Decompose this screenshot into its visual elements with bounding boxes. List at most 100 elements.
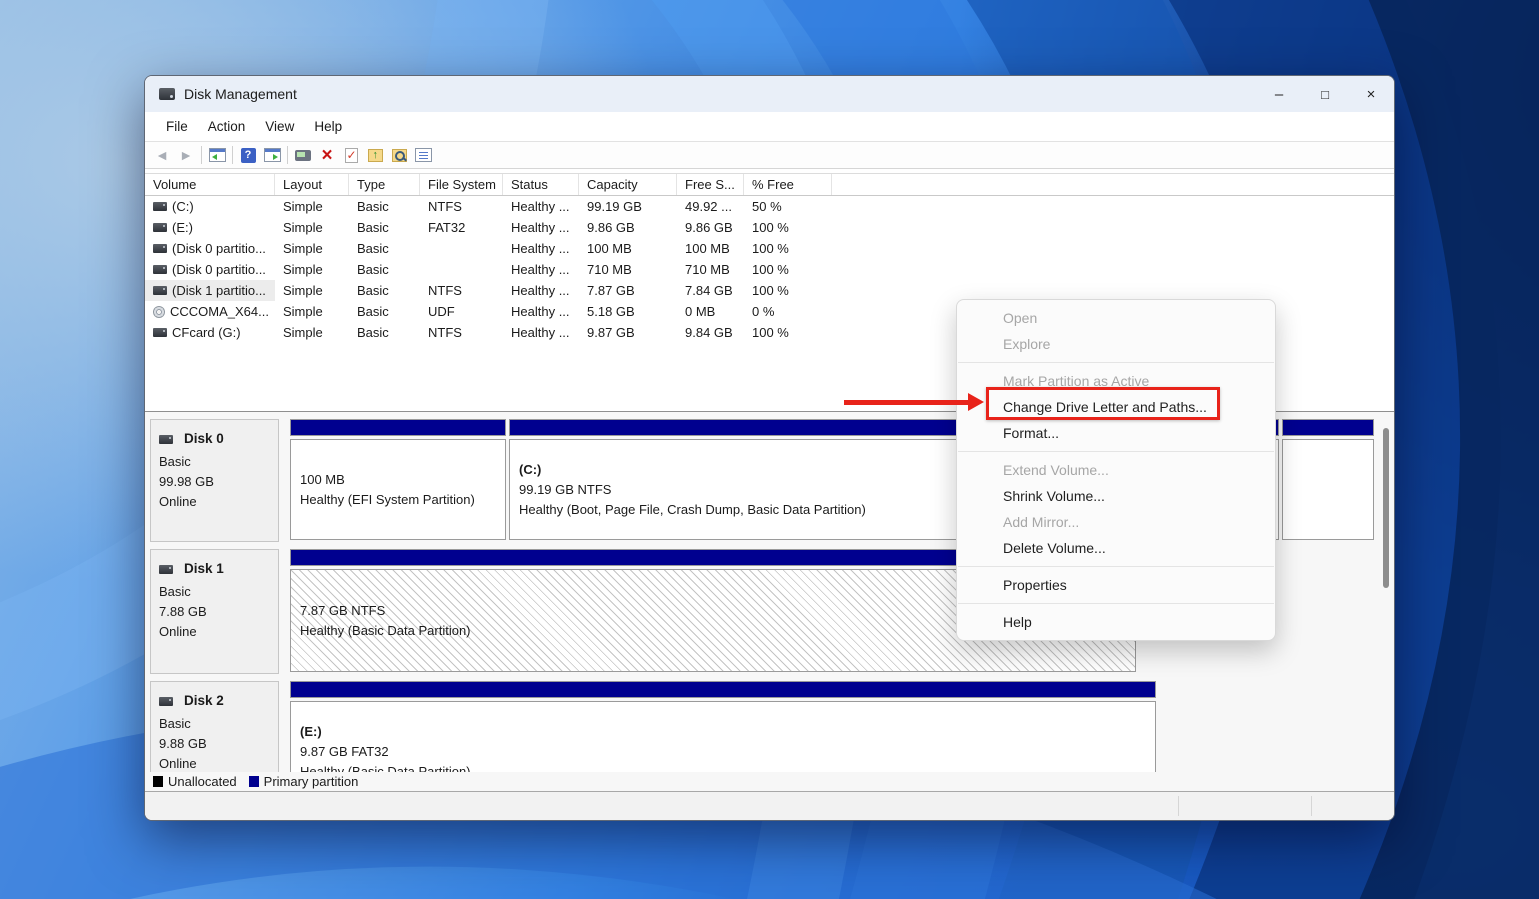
cell-pct-free: 0 %	[752, 304, 775, 319]
cell-type: Basic	[357, 304, 389, 319]
back-button[interactable]	[150, 143, 174, 167]
column-header-volume[interactable]: Volume	[145, 174, 275, 195]
volume-name: (Disk 1 partitio...	[172, 283, 266, 298]
column-header-free[interactable]: % Free	[744, 174, 832, 195]
volume-row[interactable]: (Disk 0 partitio... Simple Basic Healthy ..…	[145, 238, 1394, 259]
window-title: Disk Management	[184, 86, 297, 102]
disk-name: Disk 2	[159, 691, 278, 711]
disk-icon	[159, 434, 173, 444]
menu-item-shrink-volume[interactable]: Shrink Volume...	[957, 483, 1275, 509]
menu-item-properties[interactable]: Properties	[957, 572, 1275, 598]
window-controls: – □ ×	[1256, 76, 1394, 112]
properties-button[interactable]	[411, 143, 435, 167]
menu-item-extend-volume[interactable]: Extend Volume...	[957, 457, 1275, 483]
cell-free-space: 710 MB	[685, 262, 730, 277]
cell-status: Healthy ...	[511, 241, 570, 256]
cell-free-space: 9.86 GB	[685, 220, 733, 235]
disk-row-disk-2: Disk 2 Basic 9.88 GB Online (E:) 9.87 GB FAT3…	[150, 681, 1384, 772]
cell-layout: Simple	[283, 283, 323, 298]
partition-title: (E:)	[300, 723, 322, 739]
partition-e[interactable]: (E:) 9.87 GB FAT32 Healthy (Basic Data Par…	[290, 681, 1156, 772]
menu-item-delete-volume[interactable]: Delete Volume...	[957, 535, 1275, 561]
volume-name: (Disk 0 partitio...	[172, 262, 266, 277]
show-action-pane-button[interactable]	[260, 143, 284, 167]
disk-label-disk-1[interactable]: Disk 1 Basic 7.88 GB Online	[150, 549, 279, 674]
disk-icon	[159, 696, 173, 706]
volume-name-cell[interactable]: CFcard (G:)	[145, 322, 275, 343]
partition[interactable]	[1282, 419, 1374, 542]
column-header-status[interactable]: Status	[503, 174, 579, 195]
legend-item-primary-partition: Primary partition	[248, 774, 358, 789]
disk-icon	[153, 223, 167, 232]
column-header-capacity[interactable]: Capacity	[579, 174, 677, 195]
find-button[interactable]	[387, 143, 411, 167]
menu-action[interactable]: Action	[198, 119, 256, 134]
forward-button[interactable]	[174, 143, 198, 167]
forward-button-icon	[179, 147, 193, 163]
toolbar	[145, 141, 1394, 169]
delete-button[interactable]	[315, 143, 339, 167]
menu-item-open[interactable]: Open	[957, 305, 1275, 331]
cell-status: Healthy ...	[511, 304, 570, 319]
menu-file[interactable]: File	[156, 119, 198, 134]
disk-name-text: Disk 0	[184, 431, 224, 446]
partition-body: 100 MB Healthy (EFI System Partition)	[290, 439, 506, 540]
close-button[interactable]: ×	[1348, 76, 1394, 112]
show-console-tree-button[interactable]	[205, 143, 229, 167]
column-header-filler	[832, 174, 1394, 195]
mark-active-button[interactable]	[339, 143, 363, 167]
menu-item-help[interactable]: Help	[957, 609, 1275, 635]
disk-name-text: Disk 2	[184, 693, 224, 708]
disk-icon	[153, 265, 167, 274]
annotation-arrow	[844, 400, 970, 405]
column-header-file-system[interactable]: File System	[420, 174, 503, 195]
maximize-button[interactable]: □	[1302, 76, 1348, 112]
title-bar: Disk Management – □ ×	[145, 76, 1394, 112]
column-header-layout[interactable]: Layout	[275, 174, 349, 195]
volume-name-cell[interactable]: (Disk 0 partitio...	[145, 259, 275, 280]
export-list-button[interactable]	[363, 143, 387, 167]
annotation-highlight-box	[986, 387, 1220, 420]
cell-file-system	[420, 259, 503, 280]
volume-row[interactable]: (Disk 1 partitio... Simple Basic NTFS Health…	[145, 280, 1394, 301]
disk-icon	[153, 328, 167, 337]
disk-label-disk-2[interactable]: Disk 2 Basic 9.88 GB Online	[150, 681, 279, 772]
partition-color-bar	[290, 419, 506, 436]
launch-item-button[interactable]	[291, 143, 315, 167]
volume-name-cell[interactable]: (Disk 1 partitio...	[145, 280, 275, 301]
legend-swatch	[248, 776, 259, 787]
menu-view[interactable]: View	[255, 119, 304, 134]
volume-name-cell[interactable]: (Disk 0 partitio...	[145, 238, 275, 259]
volume-name-cell[interactable]: CCCOMA_X64...	[145, 301, 275, 322]
column-header-free-s[interactable]: Free S...	[677, 174, 744, 195]
cell-capacity: 5.18 GB	[587, 304, 635, 319]
volume-name-cell[interactable]: (C:)	[145, 196, 275, 217]
volume-name-cell[interactable]: (E:)	[145, 217, 275, 238]
cell-file-system: NTFS	[428, 325, 462, 340]
menu-item-format[interactable]: Format...	[957, 420, 1275, 446]
menu-item-add-mirror[interactable]: Add Mirror...	[957, 509, 1275, 535]
partition-color-bar	[290, 681, 1156, 698]
cell-pct-free: 100 %	[752, 283, 789, 298]
menu-help[interactable]: Help	[304, 119, 352, 134]
volume-row[interactable]: (E:) Simple Basic FAT32 Healthy ... 9.86 GB 9.…	[145, 217, 1394, 238]
cell-type: Basic	[357, 283, 389, 298]
cell-file-system: NTFS	[428, 199, 462, 214]
volume-name: (Disk 0 partitio...	[172, 241, 266, 256]
disk-label-disk-0[interactable]: Disk 0 Basic 99.98 GB Online	[150, 419, 279, 542]
menu-separator	[958, 566, 1274, 567]
partition-body: (E:) 9.87 GB FAT32 Healthy (Basic Data Par…	[290, 701, 1156, 772]
volume-row[interactable]: (Disk 0 partitio... Simple Basic Healthy ..…	[145, 259, 1394, 280]
menu-item-explore[interactable]: Explore	[957, 331, 1275, 357]
cell-free-space: 7.84 GB	[685, 283, 733, 298]
volume-row[interactable]: (C:) Simple Basic NTFS Healthy ... 99.19 GB 49…	[145, 196, 1394, 217]
minimize-button[interactable]: –	[1256, 76, 1302, 112]
partition[interactable]: 100 MB Healthy (EFI System Partition)	[290, 419, 506, 542]
cell-layout: Simple	[283, 241, 323, 256]
find-button-icon	[391, 148, 407, 162]
cell-capacity: 9.86 GB	[587, 220, 635, 235]
help-button[interactable]	[236, 143, 260, 167]
column-header-type[interactable]: Type	[349, 174, 420, 195]
partition-size: 100 MB	[300, 471, 345, 487]
cell-type: Basic	[357, 262, 389, 277]
